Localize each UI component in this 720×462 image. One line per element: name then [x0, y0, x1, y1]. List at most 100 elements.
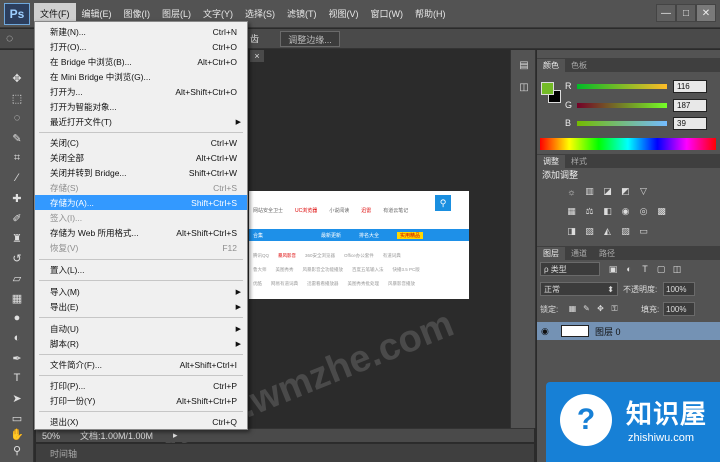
- menu-item-import[interactable]: 导入(M) ▶: [35, 284, 247, 299]
- menu-item-print[interactable]: 打印(P)... Ctrl+P: [35, 378, 247, 393]
- menu-item-revert[interactable]: 恢复(V) F12: [35, 240, 247, 255]
- eyedropper-tool-icon[interactable]: ⁄: [8, 170, 26, 186]
- invert-icon[interactable]: ◨: [565, 226, 578, 237]
- move-tool-icon[interactable]: ✥: [8, 70, 26, 86]
- quick-select-tool-icon[interactable]: ✎: [8, 130, 26, 146]
- healing-brush-tool-icon[interactable]: ✚: [8, 190, 26, 206]
- menu-item-open[interactable]: 打开(O)... Ctrl+O: [35, 39, 247, 54]
- lock-all-icon[interactable]: ⚿: [609, 303, 620, 314]
- hue-saturation-icon[interactable]: ▦: [565, 206, 578, 217]
- filter-smart-object-icon[interactable]: ◫: [671, 263, 683, 275]
- tab-layers[interactable]: 图层: [537, 247, 565, 260]
- selective-color-icon[interactable]: ▨: [619, 226, 632, 237]
- dodge-tool-icon[interactable]: ◐: [8, 330, 26, 346]
- menu-item-save[interactable]: 存储(S) Ctrl+S: [35, 180, 247, 195]
- menu-help[interactable]: 帮助(H): [409, 3, 452, 24]
- color-spectrum-ramp[interactable]: [540, 138, 716, 150]
- lasso-tool-icon[interactable]: ◌: [8, 110, 26, 126]
- levels-icon[interactable]: ▥: [583, 186, 596, 197]
- menu-view[interactable]: 视图(V): [323, 3, 365, 24]
- menu-item-open-smart-object[interactable]: 打开为智能对象...: [35, 99, 247, 114]
- brightness-icon[interactable]: ☼: [565, 186, 578, 197]
- eraser-tool-icon[interactable]: ▱: [8, 270, 26, 286]
- path-select-tool-icon[interactable]: ➤: [8, 390, 26, 406]
- curves-icon[interactable]: ◪: [601, 186, 614, 197]
- menu-item-automate[interactable]: 自动(U) ▶: [35, 321, 247, 336]
- green-slider[interactable]: [577, 102, 667, 108]
- timeline-panel-tab[interactable]: 时间轴: [36, 443, 534, 462]
- gradient-map-icon[interactable]: ▭: [637, 226, 650, 237]
- color-balance-icon[interactable]: ⚖: [583, 206, 596, 217]
- properties-panel-icon[interactable]: ◫: [516, 80, 532, 94]
- document-tab-close-icon[interactable]: ×: [250, 50, 264, 62]
- tab-color[interactable]: 颜色: [537, 59, 565, 72]
- menu-item-export[interactable]: 导出(E) ▶: [35, 299, 247, 314]
- blue-slider[interactable]: [577, 120, 667, 126]
- tab-styles[interactable]: 样式: [565, 155, 593, 168]
- menu-item-new[interactable]: 新建(N)... Ctrl+N: [35, 24, 247, 39]
- lock-transparency-icon[interactable]: ▦: [567, 303, 578, 314]
- tab-adjustments[interactable]: 调整: [537, 155, 565, 168]
- visibility-eye-icon[interactable]: ◉: [541, 326, 555, 337]
- refine-edge-button[interactable]: 调整边缘...: [280, 31, 340, 47]
- black-white-icon[interactable]: ◧: [601, 206, 614, 217]
- lock-pixels-icon[interactable]: ✎: [581, 303, 592, 314]
- menu-item-print-one-copy[interactable]: 打印一份(Y) Alt+Shift+Ctrl+P: [35, 393, 247, 408]
- menu-item-place[interactable]: 置入(L)...: [35, 262, 247, 277]
- crop-tool-icon[interactable]: ⌗: [8, 150, 26, 166]
- menu-item-save-as[interactable]: 存储为(A)... Shift+Ctrl+S: [35, 195, 247, 210]
- layer-row[interactable]: ◉ 图层 0: [537, 322, 720, 340]
- menu-item-save-for-web[interactable]: 存储为 Web 所用格式... Alt+Shift+Ctrl+S: [35, 225, 247, 240]
- exposure-icon[interactable]: ◩: [619, 186, 632, 197]
- blend-mode-select[interactable]: 正常 ⬍: [540, 282, 618, 296]
- stamp-tool-icon[interactable]: ♜: [8, 230, 26, 246]
- menu-item-exit[interactable]: 退出(X) Ctrl+Q: [35, 414, 247, 429]
- red-slider[interactable]: [577, 83, 667, 89]
- tab-paths[interactable]: 路径: [593, 247, 621, 260]
- type-tool-icon[interactable]: T: [8, 370, 26, 386]
- blur-tool-icon[interactable]: ●: [8, 310, 26, 326]
- menu-item-browse-mini-bridge[interactable]: 在 Mini Bridge 中浏览(G)...: [35, 69, 247, 84]
- shape-tool-icon[interactable]: ▭: [8, 410, 26, 426]
- menu-item-close-go-bridge[interactable]: 关闭并转到 Bridge... Shift+Ctrl+W: [35, 165, 247, 180]
- hand-tool-icon[interactable]: ✋: [8, 426, 26, 442]
- lasso-tool-preset-icon[interactable]: ◌: [6, 31, 30, 47]
- channel-mixer-icon[interactable]: ◎: [637, 206, 650, 217]
- filter-adjustment-icon[interactable]: ◐: [623, 263, 635, 275]
- maximize-button[interactable]: □: [676, 4, 696, 22]
- filter-shape-icon[interactable]: ▢: [655, 263, 667, 275]
- filter-type-icon[interactable]: T: [639, 263, 651, 275]
- lock-position-icon[interactable]: ✥: [595, 303, 606, 314]
- tab-swatches[interactable]: 色板: [565, 59, 593, 72]
- layer-filter-select[interactable]: ρ 类型: [540, 262, 600, 276]
- vibrance-icon[interactable]: ▽: [637, 186, 650, 197]
- posterize-icon[interactable]: ▧: [583, 226, 596, 237]
- menu-item-recent-files[interactable]: 最近打开文件(T) ▶: [35, 114, 247, 129]
- gradient-tool-icon[interactable]: ▦: [8, 290, 26, 306]
- menu-item-open-as[interactable]: 打开为... Alt+Shift+Ctrl+O: [35, 84, 247, 99]
- menu-item-check-in[interactable]: 签入(I)...: [35, 210, 247, 225]
- marquee-tool-icon[interactable]: ⬚: [8, 90, 26, 106]
- red-value-field[interactable]: 116: [673, 79, 707, 93]
- menu-item-close[interactable]: 关闭(C) Ctrl+W: [35, 135, 247, 150]
- menu-filter[interactable]: 滤镜(T): [281, 3, 323, 24]
- zoom-tool-icon[interactable]: ⚲: [8, 442, 26, 458]
- threshold-icon[interactable]: ◭: [601, 226, 614, 237]
- blue-value-field[interactable]: 39: [673, 116, 707, 130]
- history-panel-icon[interactable]: ▤: [516, 58, 532, 72]
- zoom-level[interactable]: 50%: [42, 431, 60, 441]
- status-arrow-icon[interactable]: ▸: [173, 430, 178, 441]
- fill-field[interactable]: 100%: [663, 302, 695, 316]
- close-button[interactable]: ✕: [696, 4, 716, 22]
- history-brush-tool-icon[interactable]: ↺: [8, 250, 26, 266]
- menu-item-browse-bridge[interactable]: 在 Bridge 中浏览(B)... Alt+Ctrl+O: [35, 54, 247, 69]
- menu-item-scripts[interactable]: 脚本(R) ▶: [35, 336, 247, 351]
- pen-tool-icon[interactable]: ✒: [8, 350, 26, 366]
- color-lookup-icon[interactable]: ▩: [655, 206, 668, 217]
- brush-tool-icon[interactable]: ✐: [8, 210, 26, 226]
- menu-window[interactable]: 窗口(W): [365, 3, 410, 24]
- foreground-color-swatch[interactable]: [541, 82, 554, 95]
- minimize-button[interactable]: —: [656, 4, 676, 22]
- layer-name[interactable]: 图层 0: [595, 325, 621, 338]
- photo-filter-icon[interactable]: ◉: [619, 206, 632, 217]
